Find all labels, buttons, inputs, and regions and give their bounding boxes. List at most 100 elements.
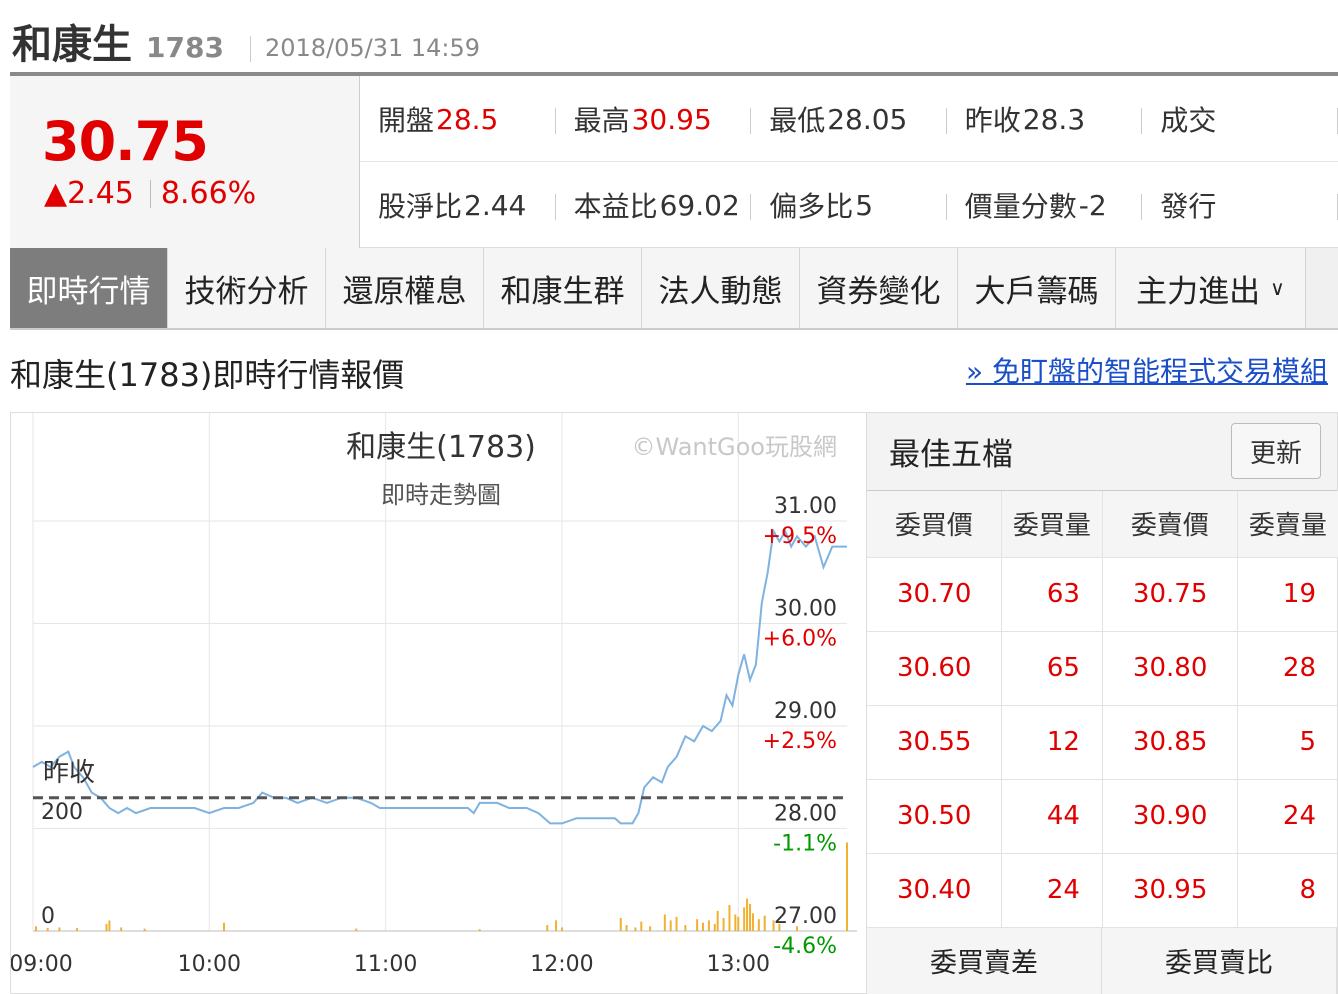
stat-value: -2 [1078, 188, 1107, 222]
change-divider [149, 179, 151, 208]
y-tick-price: 28.00 [774, 802, 837, 827]
quote-stats-row-1: 開盤 28.5 最高 30.95 最低 28.05 昨收 28.3 成交 [360, 76, 1338, 162]
trading-module-link[interactable]: » 免盯盤的智能程式交易模組 [966, 350, 1328, 390]
volume-bar [846, 842, 848, 931]
order-book-footer: 委買賣差 委買賣比 [867, 927, 1337, 994]
change-percent: 8.66% [160, 176, 257, 211]
tab-margin-short[interactable]: 資券變化 [800, 248, 958, 328]
ask-volume: 8 [1237, 853, 1338, 928]
bid-volume: 44 [1001, 779, 1103, 854]
stat-value: 30.95 [631, 102, 712, 136]
stat-high: 最高 30.95 [556, 76, 752, 162]
tab-adjusted-dividend[interactable]: 還原權息 [326, 248, 484, 328]
x-tick-label: 13:00 [707, 952, 770, 977]
intraday-chart: 和康生(1783) 即時走勢圖 ©WantGoo玩股網 昨收 200 0 31.… [9, 412, 866, 994]
stat-label: 股淨比 [378, 190, 463, 223]
stat-prev-close: 昨收 28.3 [947, 76, 1143, 162]
bid-price: 30.50 [867, 779, 1002, 854]
best-five-header: 最佳五檔 更新 [867, 413, 1337, 491]
table-row: 30.40 24 30.95 8 [867, 853, 1338, 928]
order-book-table: 委買價 委買量 委賣價 委賣量 30.70 63 30.75 19 30.60 65 30… [867, 491, 1338, 928]
price-change: ▲2.45 8.66% [44, 176, 256, 211]
volume-bar [669, 920, 672, 931]
volume-bar [478, 929, 481, 931]
chart-watermark: ©WantGoo玩股網 [632, 433, 838, 461]
y-tick-percent: +6.0% [763, 627, 837, 652]
volume-bar [737, 916, 740, 931]
tab-institutional[interactable]: 法人動態 [642, 248, 800, 328]
x-tick-label: 11:00 [354, 952, 417, 977]
last-price: 30.75 [42, 110, 209, 173]
table-row: 30.70 63 30.75 19 [867, 557, 1338, 632]
stat-price-volume-score: 價量分數 -2 [947, 162, 1143, 248]
col-bid-volume: 委買量 [1001, 491, 1103, 558]
stat-label: 昨收 [964, 104, 1021, 137]
quote-panel: 30.75 ▲2.45 8.66% 開盤 28.5 最高 30.95 最低 28.05… [10, 76, 1338, 248]
col-bid-price: 委買價 [867, 491, 1002, 558]
bid-price: 30.55 [867, 705, 1002, 780]
tab-technical-analysis[interactable]: 技術分析 [168, 248, 326, 328]
y-tick-price: 29.00 [774, 699, 837, 724]
volume-bar [749, 903, 752, 931]
stock-code: 1783 [146, 31, 224, 64]
best-five-panel: 最佳五檔 更新 委買價 委買量 委賣價 委賣量 30.70 63 30.75 19 3… [866, 412, 1338, 994]
ask-volume: 28 [1237, 631, 1338, 706]
intraday-chart-svg: 和康生(1783) 即時走勢圖 ©WantGoo玩股網 昨收 200 0 31.… [9, 413, 857, 977]
stock-tabs: 即時行情 技術分析 還原權息 和康生群 法人動態 資券變化 大戶籌碼 主力進出 ∨ [10, 248, 1338, 330]
table-row: 30.60 65 30.80 28 [867, 631, 1338, 706]
volume-bar [649, 926, 652, 931]
volume-bar [34, 926, 37, 931]
order-book-header-row: 委買價 委買量 委賣價 委賣量 [867, 491, 1338, 558]
ask-price: 30.90 [1102, 779, 1238, 854]
price-line [32, 528, 847, 825]
section-title: 和康生(1783)即時行情報價 [10, 356, 405, 394]
volume-bar [707, 920, 710, 931]
stat-bullish-ratio: 偏多比 5 [751, 162, 947, 248]
col-ask-price: 委賣價 [1102, 491, 1238, 558]
stat-label: 最高 [573, 104, 630, 137]
volume-bar [746, 898, 749, 931]
bid-price: 30.70 [867, 557, 1002, 632]
stat-open: 開盤 28.5 [360, 76, 556, 162]
volume-bar [143, 928, 146, 931]
volume-bar [546, 925, 549, 931]
x-tick-label: 12:00 [530, 952, 593, 977]
y-tick-percent: -1.1% [773, 832, 837, 857]
volume-bar [555, 920, 558, 931]
volume-bar [728, 905, 731, 931]
volume-bar [713, 923, 716, 931]
bid-ask-ratio-label: 委買賣比 [1102, 927, 1337, 994]
x-tick-label: 10:00 [178, 952, 241, 977]
quote-datetime: 2018/05/31 14:59 [264, 34, 481, 62]
volume-bars [34, 842, 848, 931]
chart-title: 和康生(1783) [346, 430, 536, 465]
tab-major-holders[interactable]: 大戶籌碼 [958, 248, 1116, 328]
tab-realtime-quote[interactable]: 即時行情 [10, 248, 168, 328]
stat-value: 69.02 [659, 188, 740, 222]
tab-main-force[interactable]: 主力進出 ∨ [1116, 248, 1306, 328]
table-row: 30.50 44 30.90 24 [867, 779, 1338, 854]
volume-bar [105, 923, 108, 931]
volume-bar [223, 922, 226, 931]
stat-label: 最低 [769, 104, 826, 137]
prev-close-label: 昨收 [43, 758, 95, 788]
quote-stats-row-2: 股淨比 2.44 本益比 69.02 偏多比 5 價量分數 -2 發行 [360, 162, 1338, 248]
volume-bar [675, 916, 678, 931]
stat-label: 開盤 [378, 104, 435, 137]
volume-bar [663, 914, 666, 931]
volume-bar [684, 925, 687, 931]
tab-group[interactable]: 和康生群 [484, 248, 642, 328]
stat-value: 28.5 [436, 102, 499, 136]
volume-tick-0: 0 [41, 904, 55, 929]
y-tick-percent: -4.6% [773, 934, 837, 959]
refresh-button[interactable]: 更新 [1231, 423, 1321, 479]
volume-bar [757, 919, 760, 931]
tab-main-force-label: 主力進出 [1136, 273, 1261, 310]
volume-bar [355, 928, 358, 931]
volume-bar [625, 925, 628, 931]
ask-volume: 24 [1237, 779, 1338, 854]
y-tick-percent: +9.5% [763, 524, 837, 549]
ask-price: 30.95 [1102, 853, 1238, 928]
y-tick-price: 31.00 [774, 494, 837, 519]
ask-price: 30.80 [1102, 631, 1238, 706]
